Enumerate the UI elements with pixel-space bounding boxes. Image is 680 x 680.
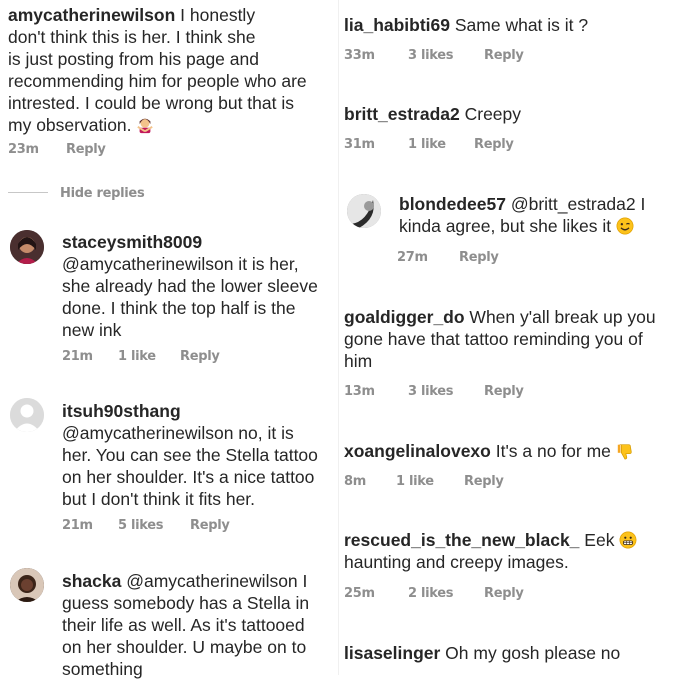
comment-meta: 21m 1 like Reply [62, 349, 262, 365]
comment-meta: 23m Reply [8, 142, 128, 158]
comment-text: amycatherinewilson I honestly don't thin… [8, 5, 307, 135]
comment-meta: 13m 3 likes Reply [344, 384, 564, 400]
avatar[interactable] [10, 398, 44, 432]
avatar-image [10, 230, 44, 264]
comment-username[interactable]: itsuh90sthang [62, 401, 181, 421]
comment-username[interactable]: blondedee57 [399, 194, 506, 214]
comment-username[interactable]: britt_estrada2 [344, 104, 460, 124]
comment-text: xoangelinalovexo It's a no for me [344, 440, 680, 462]
comment-lia_habibti69: lia_habibti69 Same what is it ? [344, 14, 680, 36]
comment-shacka: shacka @amycatherinewilson I guess someb… [62, 570, 338, 680]
comment-time: 25m [344, 586, 375, 601]
comment-meta: 21m 5 likes Reply [62, 518, 262, 534]
likes-count[interactable]: 3 likes [408, 48, 454, 63]
comment-username[interactable]: lia_habibti69 [344, 15, 450, 35]
likes-count[interactable]: 2 likes [408, 586, 454, 601]
comment-text: lia_habibti69 Same what is it ? [344, 15, 589, 35]
reply-button[interactable]: Reply [484, 48, 524, 63]
comment-staceysmith8009: staceysmith8009 @amycatherinewilson it i… [62, 231, 338, 341]
grimacing-face-icon [619, 531, 637, 549]
reply-button[interactable]: Reply [474, 137, 514, 152]
likes-count[interactable]: 1 like [408, 137, 446, 152]
comment-username[interactable]: xoangelinalovexo [344, 441, 491, 461]
comment-text: shacka @amycatherinewilson I guess someb… [62, 571, 310, 679]
comment-meta: 31m 1 like Reply [344, 137, 564, 153]
comment-blondedee57: blondedee57 @britt_estrada2 I kinda agre… [399, 193, 680, 237]
comment-time: 21m [62, 518, 93, 533]
comment-meta: 27m Reply [397, 250, 557, 266]
comment-time: 31m [344, 137, 375, 152]
comment-username[interactable]: shacka [62, 571, 121, 591]
reply-button[interactable]: Reply [484, 384, 524, 399]
comment-itsuh90sthang: itsuh90sthang @amycatherinewilson no, it… [62, 400, 338, 510]
hide-replies-line [8, 192, 48, 193]
winking-face-icon [616, 217, 634, 235]
right-comment-column: lia_habibti69 Same what is it ? 33m 3 li… [339, 0, 680, 675]
avatar-image [347, 194, 381, 228]
reply-button[interactable]: Reply [190, 518, 230, 533]
avatar[interactable] [10, 568, 44, 602]
hide-replies-button[interactable]: Hide replies [60, 186, 145, 201]
comment-xoangelinalovexo: xoangelinalovexo It's a no for me [344, 440, 680, 462]
woman-gesturing-no-icon [137, 118, 154, 134]
comment-username[interactable]: rescued_is_the_new_black_ [344, 530, 579, 550]
comment-time: 33m [344, 48, 375, 63]
comment-rescued_is_the_new_black_: rescued_is_the_new_black_ Eek haunting a… [344, 529, 680, 573]
comment-time: 23m [8, 142, 39, 157]
reply-button[interactable]: Reply [464, 474, 504, 489]
likes-count[interactable]: 1 like [118, 349, 156, 364]
reply-button[interactable]: Reply [459, 250, 499, 265]
avatar[interactable] [347, 194, 381, 228]
avatar-image [10, 568, 44, 602]
comment-meta: 33m 3 likes Reply [344, 48, 564, 64]
default-avatar-icon [10, 398, 44, 432]
comment-goaldigger_do: goaldigger_do When y'all break up you go… [344, 306, 680, 372]
comment-meta: 25m 2 likes Reply [344, 586, 564, 602]
reply-button[interactable]: Reply [484, 586, 524, 601]
comment-time: 13m [344, 384, 375, 399]
comment-text: britt_estrada2 Creepy [344, 104, 522, 124]
comment-time: 21m [62, 349, 93, 364]
likes-count[interactable]: 3 likes [408, 384, 454, 399]
left-comment-column: amycatherinewilson I honestly don't thin… [0, 0, 338, 679]
comment-lisaselinger: lisaselinger Oh my gosh please no [344, 642, 680, 664]
comment-username[interactable]: amycatherinewilson [8, 5, 175, 25]
comment-username[interactable]: goaldigger_do [344, 307, 465, 327]
comment-text: itsuh90sthang @amycatherinewilson no, it… [62, 401, 318, 509]
comment-britt_estrada2: britt_estrada2 Creepy [344, 103, 680, 125]
comment-time: 27m [397, 250, 428, 265]
reply-button[interactable]: Reply [180, 349, 220, 364]
comment-text: staceysmith8009 @amycatherinewilson it i… [62, 232, 318, 340]
comment-time: 8m [344, 474, 366, 489]
avatar[interactable] [10, 230, 44, 264]
comment-username[interactable]: lisaselinger [344, 643, 440, 663]
comment-text: blondedee57 @britt_estrada2 I kinda agre… [399, 194, 646, 236]
likes-count[interactable]: 5 likes [118, 518, 164, 533]
reply-button[interactable]: Reply [66, 142, 106, 157]
comment-text: goaldigger_do When y'all break up you go… [344, 307, 656, 371]
thumbs-down-icon [617, 444, 632, 460]
comment-text: lisaselinger Oh my gosh please no [344, 643, 621, 663]
comment-meta: 8m 1 like Reply [344, 474, 564, 490]
comment-username[interactable]: staceysmith8009 [62, 232, 202, 252]
likes-count[interactable]: 1 like [396, 474, 434, 489]
comment-amycatherinewilson: amycatherinewilson I honestly don't thin… [8, 4, 338, 136]
comment-text: rescued_is_the_new_black_ Eek haunting a… [344, 529, 680, 573]
